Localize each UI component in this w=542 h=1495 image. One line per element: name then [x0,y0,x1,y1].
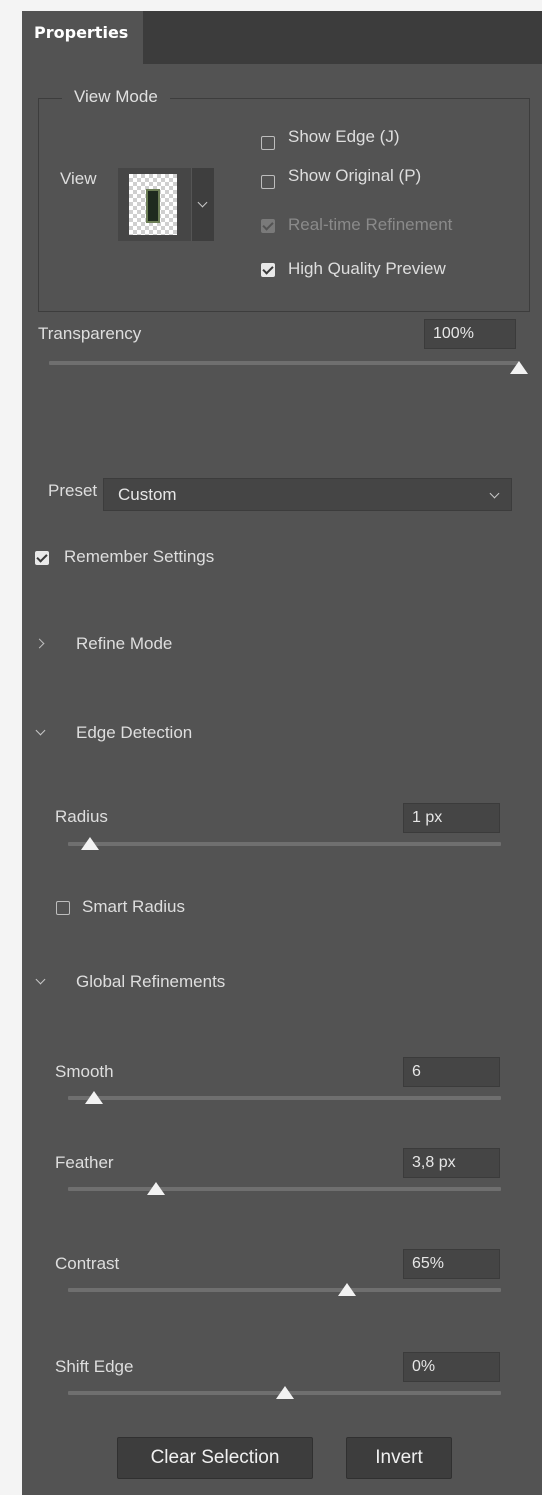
chevron-down-icon[interactable] [35,974,46,985]
shift-edge-input[interactable]: 0% [403,1352,500,1382]
invert-button[interactable]: Invert [346,1437,452,1479]
properties-panel: Properties View Mode View Show Edge (J) … [22,11,542,1495]
transparency-input[interactable]: 100% [424,319,516,349]
feather-slider-thumb[interactable] [146,1182,166,1196]
chevron-down-icon [197,197,208,208]
view-mode-dropdown[interactable] [118,168,214,241]
edge-detection-header[interactable]: Edge Detection [76,723,192,743]
preset-select[interactable]: Custom [103,478,512,511]
radius-label: Radius [55,807,108,826]
view-mode-group [38,98,530,312]
clear-selection-button[interactable]: Clear Selection [117,1437,313,1479]
chevron-down-icon [489,488,500,499]
smooth-slider-thumb[interactable] [84,1091,104,1105]
view-preview-thumbnail [129,174,177,235]
global-refinements-header[interactable]: Global Refinements [76,972,225,992]
smooth-input[interactable]: 6 [403,1057,500,1087]
remember-settings-label: Remember Settings [64,547,215,566]
real-time-refinement-label: Real-time Refinement [288,215,453,234]
show-edge-label: Show Edge (J) [288,127,400,146]
remember-settings-checkbox[interactable] [35,551,49,565]
feather-label: Feather [55,1153,114,1172]
radius-slider-thumb[interactable] [80,837,100,851]
contrast-slider-track[interactable] [68,1288,501,1292]
transparency-slider-track[interactable] [49,361,519,365]
view-mode-legend: View Mode [62,87,170,107]
view-label: View [60,169,97,188]
preset-label: Preset [48,481,98,500]
smooth-slider-track[interactable] [68,1096,501,1100]
contrast-input[interactable]: 65% [403,1249,500,1279]
chevron-down-icon[interactable] [35,725,46,736]
feather-input[interactable]: 3,8 px [403,1148,500,1178]
show-original-checkbox[interactable] [261,175,275,189]
preset-value: Custom [118,485,177,504]
high-quality-preview-checkbox[interactable] [261,263,275,277]
shift-edge-slider-thumb[interactable] [275,1386,295,1400]
transparency-slider-thumb[interactable] [509,361,529,375]
contrast-slider-thumb[interactable] [337,1283,357,1297]
transparency-label: Transparency [38,324,142,343]
radius-slider-track[interactable] [68,842,501,846]
smart-radius-label: Smart Radius [82,897,185,916]
show-original-label: Show Original (P) [288,166,422,185]
show-edge-checkbox[interactable] [261,136,275,150]
shift-edge-label: Shift Edge [55,1357,134,1376]
feather-slider-track[interactable] [68,1187,501,1191]
radius-input[interactable]: 1 px [403,803,500,833]
preview-image-icon [146,189,160,223]
smart-radius-checkbox[interactable] [56,901,70,915]
high-quality-preview-label: High Quality Preview [288,259,446,278]
real-time-refinement-checkbox [261,219,275,233]
tab-properties[interactable]: Properties [22,11,143,64]
contrast-label: Contrast [55,1254,120,1273]
view-dropdown-toggle[interactable] [191,168,214,241]
chevron-right-icon[interactable] [34,638,45,649]
refine-mode-header[interactable]: Refine Mode [76,634,172,654]
smooth-label: Smooth [55,1062,114,1081]
